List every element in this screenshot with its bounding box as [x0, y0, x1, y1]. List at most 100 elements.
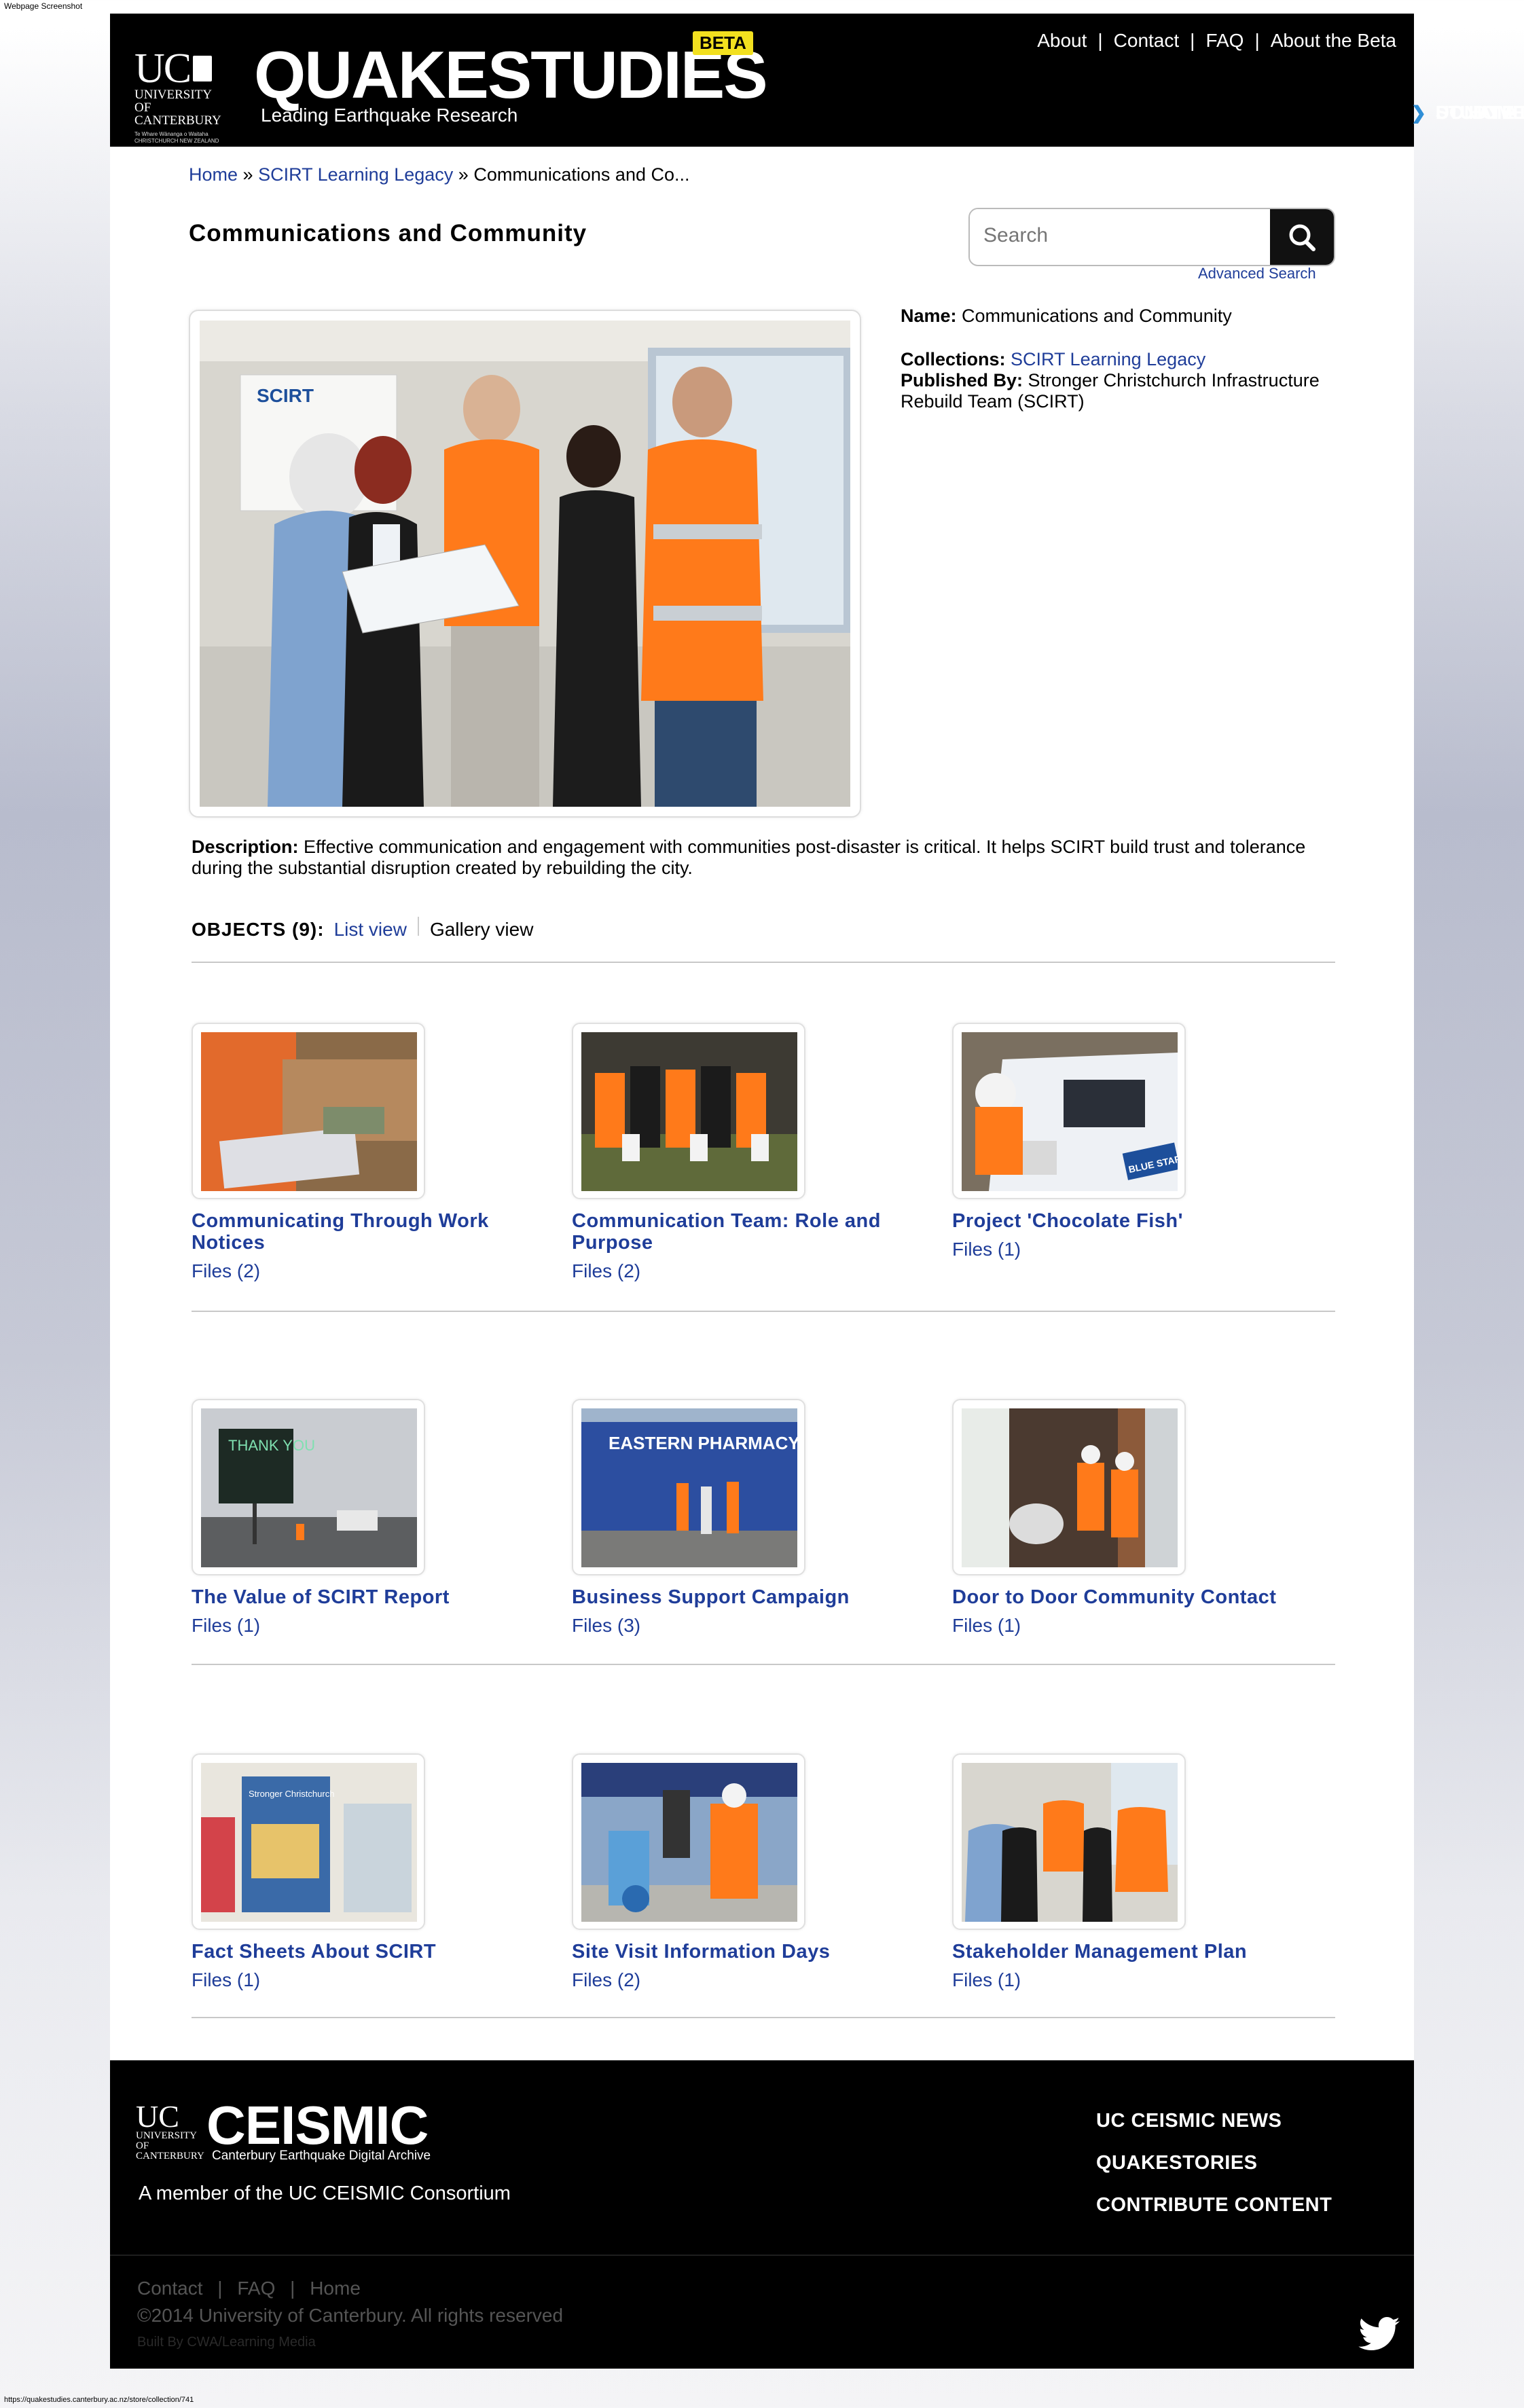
nav-separator: |: [1097, 30, 1103, 51]
footer-links: Contact | FAQ | Home: [137, 2278, 361, 2299]
meta-published-label: Published By:: [901, 370, 1023, 390]
footer-link-separator: |: [217, 2278, 223, 2299]
object-title[interactable]: The Value of SCIRT Report: [192, 1586, 531, 1608]
footer-link-faq[interactable]: FAQ: [237, 2278, 275, 2299]
advanced-search-link[interactable]: Advanced Search: [1198, 265, 1316, 282]
nav-about[interactable]: About: [1037, 30, 1087, 52]
main-image-frame: SCIRT: [189, 310, 861, 818]
breadcrumb: Home » SCIRT Learning Legacy » Communica…: [189, 164, 690, 185]
object-files[interactable]: Files (1): [952, 1239, 1292, 1260]
page-title: Communications and Community: [189, 220, 587, 247]
eastern-pharmacy-text: EASTERN PHARMACY: [609, 1433, 797, 1453]
thumbnail-image[interactable]: BLUE STAR: [962, 1032, 1178, 1191]
object-item[interactable]: Communicating Through Work Notices Files…: [192, 1023, 531, 1282]
thumbnail-illustration: [962, 1763, 1178, 1922]
uc-logo[interactable]: UC UNIVERSITY OF CANTERBURY Te Whare Wān…: [134, 45, 230, 144]
meta-name-label: Name:: [901, 306, 957, 326]
search-icon: [1289, 224, 1316, 251]
meta-name-row: Name: Communications and Community: [901, 306, 1322, 327]
object-files[interactable]: Files (2): [572, 1969, 911, 1991]
nav-contact[interactable]: Contact: [1114, 30, 1180, 52]
object-item[interactable]: Stakeholder Management Plan Files (1): [952, 1753, 1292, 1991]
object-title[interactable]: Communicating Through Work Notices: [192, 1210, 531, 1254]
object-item[interactable]: Site Visit Information Days Files (2): [572, 1753, 911, 1991]
footer-nav-quakestories[interactable]: QUAKESTORIES: [1096, 2142, 1332, 2184]
breadcrumb-home[interactable]: Home: [189, 164, 238, 185]
thumbnail-image[interactable]: [581, 1032, 797, 1191]
footer-uc-name: UNIVERSITY OF CANTERBURY: [136, 2130, 204, 2161]
built-by[interactable]: Built By CWA/Learning Media: [137, 2335, 316, 2350]
footer-nav: UC CEISMIC NEWS QUAKESTORIES CONTRIBUTE …: [1096, 2100, 1332, 2226]
search-box: [968, 208, 1335, 266]
list-view-link[interactable]: List view: [334, 919, 407, 941]
scirt-sign-text: SCIRT: [257, 385, 314, 406]
meta-collections-row: Collections: SCIRT Learning Legacy: [901, 349, 1322, 370]
item-metadata: Name: Communications and Community Colle…: [901, 306, 1322, 412]
thumbnail-image[interactable]: Stronger Christchurch: [201, 1763, 417, 1922]
site-title[interactable]: QUAKESTUDIES: [254, 41, 768, 109]
object-files[interactable]: Files (2): [572, 1260, 911, 1282]
object-title[interactable]: Communication Team: Role and Purpose: [572, 1210, 911, 1254]
nav-donate[interactable]: ❯ DONATE: [1411, 102, 1524, 124]
thumbnail-frame: [952, 1399, 1186, 1575]
thumbnail-image[interactable]: [962, 1763, 1178, 1922]
footer-link-home[interactable]: Home: [310, 2278, 361, 2299]
object-item[interactable]: Communication Team: Role and Purpose Fil…: [572, 1023, 911, 1282]
gallery-view-label[interactable]: Gallery view: [430, 919, 533, 941]
footer-nav-news[interactable]: UC CEISMIC NEWS: [1096, 2100, 1332, 2142]
object-item[interactable]: Door to Door Community Contact Files (1): [952, 1399, 1292, 1637]
thumbnail-illustration: BLUE STAR: [962, 1032, 1178, 1191]
page: UC UNIVERSITY OF CANTERBURY Te Whare Wān…: [110, 14, 1524, 2369]
object-title[interactable]: Door to Door Community Contact: [952, 1586, 1292, 1608]
footer-link-separator: |: [290, 2278, 295, 2299]
crest-icon: [193, 56, 213, 81]
nav-about-beta[interactable]: About the Beta: [1271, 30, 1396, 52]
thumbnail-frame: BLUE STAR: [952, 1023, 1186, 1199]
objects-count: OBJECTS (9):: [192, 919, 325, 940]
thumbnail-frame: [572, 1023, 805, 1199]
object-item[interactable]: BLUE STAR Project 'Chocolate Fish' Files…: [952, 1023, 1292, 1260]
search-input[interactable]: [970, 209, 1282, 262]
footer-nav-contribute[interactable]: CONTRIBUTE CONTENT: [1096, 2184, 1332, 2226]
breadcrumb-separator: »: [242, 164, 253, 185]
footer-link-contact[interactable]: Contact: [137, 2278, 203, 2299]
main-photo[interactable]: SCIRT: [200, 321, 850, 807]
object-files[interactable]: Files (1): [192, 1969, 531, 1991]
object-item[interactable]: Stronger Christchurch Fact Sheets About …: [192, 1753, 531, 1991]
object-title[interactable]: Business Support Campaign: [572, 1586, 911, 1608]
breadcrumb-current: Communications and Co...: [473, 164, 690, 185]
search-button[interactable]: [1270, 209, 1334, 265]
object-item[interactable]: THANK YOU The Value of SCIRT Report File…: [192, 1399, 531, 1637]
main-photo-illustration: SCIRT: [200, 321, 850, 807]
thumbnail-image[interactable]: THANK YOU: [201, 1408, 417, 1567]
breadcrumb-collection[interactable]: SCIRT Learning Legacy: [258, 164, 453, 185]
object-files[interactable]: Files (2): [192, 1260, 531, 1282]
screenshot-caption: Webpage Screenshot: [4, 1, 83, 11]
object-title[interactable]: Fact Sheets About SCIRT: [192, 1941, 531, 1963]
divider: [192, 1311, 1335, 1312]
thumbnail-image[interactable]: [962, 1408, 1178, 1567]
object-files[interactable]: Files (1): [952, 1615, 1292, 1637]
object-files[interactable]: Files (1): [952, 1969, 1292, 1991]
description-text: Effective communication and engagement w…: [192, 837, 1306, 878]
top-nav: About | Contact | FAQ | About the Beta: [1037, 30, 1396, 52]
meta-collections-link[interactable]: SCIRT Learning Legacy: [1011, 349, 1205, 369]
uc-mark: UC: [134, 45, 192, 92]
thumbnail-image[interactable]: [201, 1032, 417, 1191]
object-files[interactable]: Files (1): [192, 1615, 531, 1637]
thumbnail-frame: [952, 1753, 1186, 1930]
twitter-icon[interactable]: [1358, 2317, 1400, 2351]
thumbnail-illustration: [581, 1032, 797, 1191]
thumbnail-image[interactable]: [581, 1763, 797, 1922]
description: Description: Effective communication and…: [192, 837, 1339, 879]
object-title[interactable]: Site Visit Information Days: [572, 1941, 911, 1963]
url-caption: https://quakestudies.canterbury.ac.nz/st…: [4, 2396, 194, 2404]
object-files[interactable]: Files (3): [572, 1615, 911, 1637]
object-item[interactable]: EASTERN PHARMACY Business Support Campai…: [572, 1399, 911, 1637]
stronger-christchurch-text: Stronger Christchurch: [249, 1789, 334, 1799]
nav-faq[interactable]: FAQ: [1205, 30, 1244, 52]
object-title[interactable]: Project 'Chocolate Fish': [952, 1210, 1292, 1232]
object-title[interactable]: Stakeholder Management Plan: [952, 1941, 1292, 1963]
thumbnail-image[interactable]: EASTERN PHARMACY: [581, 1408, 797, 1567]
breadcrumb-separator: »: [458, 164, 469, 185]
